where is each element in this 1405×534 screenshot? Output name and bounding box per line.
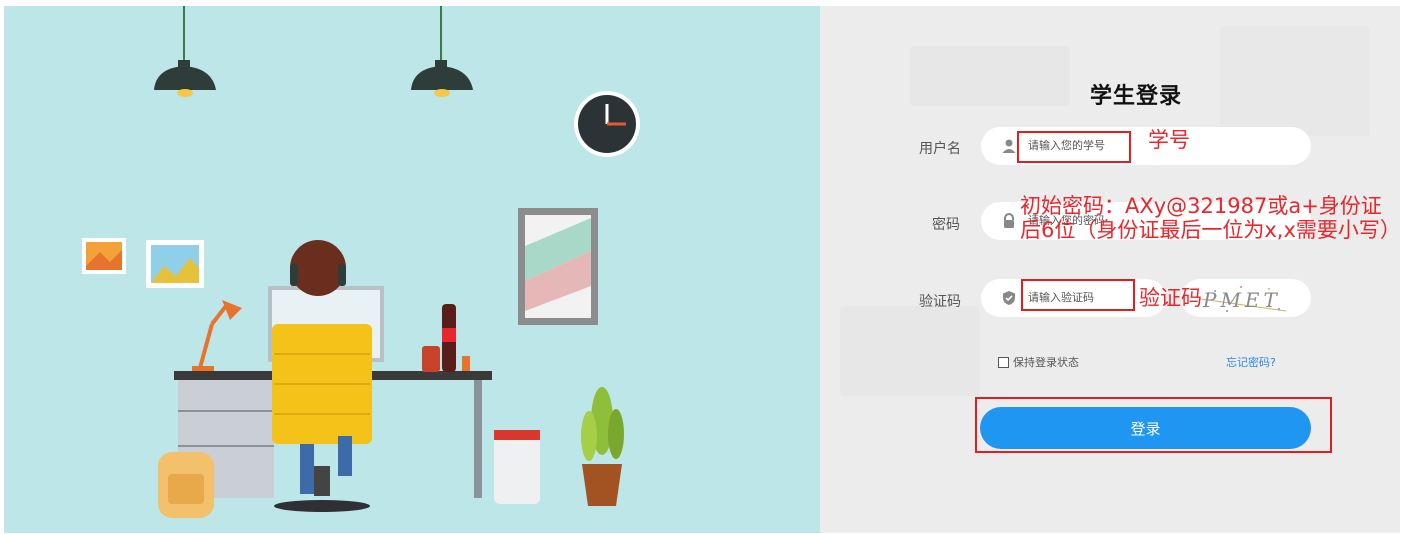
remember-checkbox[interactable] bbox=[998, 356, 1009, 368]
trash-bin bbox=[494, 430, 540, 504]
password-note: 初始密码：AXy@321987或a+身份证 后6位（身份证最后一位为x,x需要小… bbox=[1020, 194, 1401, 242]
bg-decoration bbox=[840, 306, 980, 396]
remember-label: 保持登录状态 bbox=[1013, 356, 1079, 369]
login-button[interactable]: 登录 bbox=[980, 407, 1311, 449]
bg-decoration bbox=[910, 46, 1070, 106]
office-illustration bbox=[82, 6, 640, 518]
username-note: 学号 bbox=[1148, 128, 1190, 152]
username-label: 用户名 bbox=[919, 141, 961, 157]
captcha-text: PMET bbox=[1202, 288, 1281, 312]
captcha-note: 验证码 bbox=[1139, 286, 1202, 310]
captcha-label: 验证码 bbox=[919, 294, 961, 310]
forgot-password-link[interactable]: 忘记密码? bbox=[1226, 354, 1276, 370]
ceiling-lamp-right bbox=[411, 6, 473, 97]
password-note-line2: 后6位（身份证最后一位为x,x需要小写） bbox=[1020, 218, 1401, 242]
person-at-desk bbox=[272, 240, 372, 512]
password-note-line1: 初始密码：AXy@321987或a+身份证 bbox=[1020, 194, 1382, 218]
lock-icon bbox=[1004, 213, 1014, 228]
remember-me[interactable]: 保持登录状态 bbox=[998, 354, 1079, 370]
shield-icon bbox=[1003, 291, 1015, 305]
bg-decoration bbox=[1220, 26, 1370, 136]
desk-lamp bbox=[192, 300, 242, 371]
user-icon bbox=[1002, 139, 1016, 153]
ceiling-lamp-left bbox=[154, 6, 216, 97]
username-field bbox=[981, 127, 1311, 165]
login-panel: 学生登录 用户名 密码 验证码 PMET 保持登录状态 忘记密码? 登录 bbox=[820, 6, 1400, 533]
captcha-input[interactable] bbox=[1028, 291, 1138, 304]
potted-plant bbox=[581, 387, 624, 506]
password-label: 密码 bbox=[932, 217, 960, 233]
login-title: 学生登录 bbox=[1090, 84, 1183, 109]
illustration-panel bbox=[4, 6, 820, 533]
username-input[interactable] bbox=[1028, 139, 1148, 152]
wall-clock bbox=[574, 91, 640, 157]
